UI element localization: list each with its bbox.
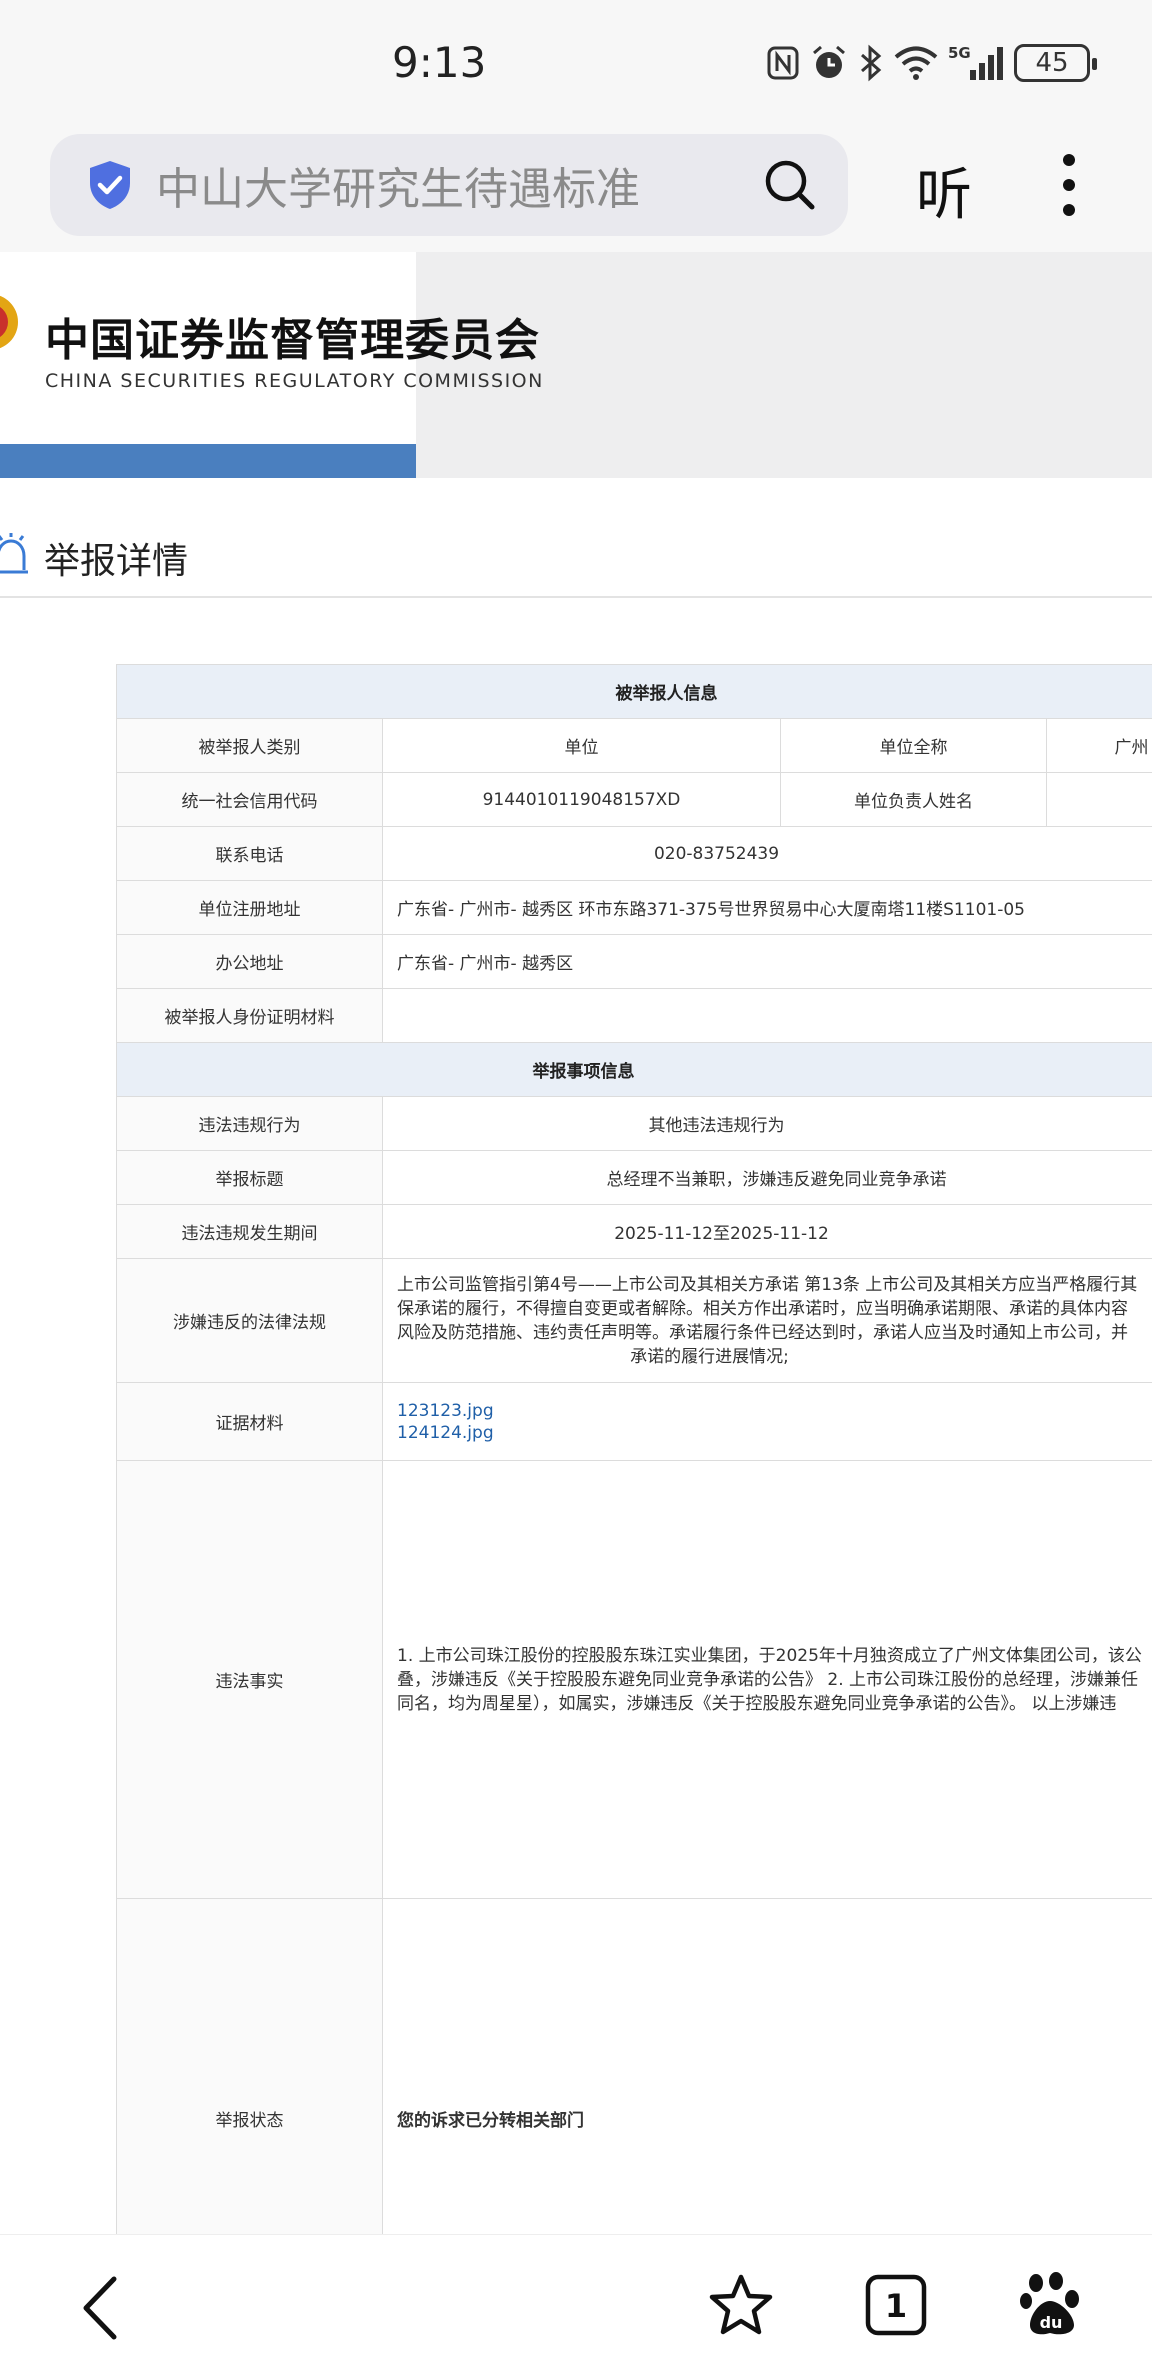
evidence-file-link[interactable]: 124124.jpg	[397, 1422, 1152, 1444]
table-row: 办公地址 广东省- 广州市- 越秀区	[116, 934, 1152, 989]
wifi-icon	[894, 46, 938, 80]
listen-button[interactable]: 听	[916, 150, 972, 231]
fact-line: 同名，均为周星星），如属实，涉嫌违反《关于控股股东避免同业竞争承诺的公告》。 以…	[397, 1693, 1117, 1714]
page: 9:13 5G 45 中山大学研究生待遇标准 听 中国证券监督管理委员会 CHI…	[0, 0, 1152, 2376]
id-material-value	[382, 988, 1152, 1043]
table-row: 举报事项信息	[116, 1042, 1152, 1097]
status-bar: 9:13 5G 45	[0, 0, 1152, 130]
status-icons: 5G 45	[766, 44, 1097, 82]
evidence-files: 123123.jpg 124124.jpg	[382, 1382, 1152, 1461]
evidence-file-link[interactable]: 123123.jpg	[397, 1400, 1152, 1422]
alert-lamp-icon	[0, 533, 28, 574]
search-box[interactable]: 中山大学研究生待遇标准	[50, 134, 848, 236]
cell-label: 联系电话	[116, 826, 383, 881]
cell-label: 举报标题	[116, 1150, 383, 1205]
status-time: 9:13	[392, 38, 487, 87]
fact-line: 1. 上市公司珠江股份的控股股东珠江实业集团，于2025年十月独资成立了广州文体…	[397, 1645, 1142, 1666]
cell-label: 单位注册地址	[116, 880, 383, 935]
cell-label: 单位全称	[780, 718, 1047, 773]
section-title: 举报详情	[44, 541, 189, 582]
emblem-icon	[0, 295, 18, 349]
office-address-value: 广东省- 广州市- 越秀区	[382, 934, 1152, 989]
table-row: 被举报人身份证明材料	[116, 988, 1152, 1043]
table-row: 违法事实 1. 上市公司珠江股份的控股股东珠江实业集团，于2025年十月独资成立…	[116, 1460, 1152, 1899]
table-row: 被举报人类别 单位 单位全称 广州	[116, 718, 1152, 773]
cell-label: 违法违规行为	[116, 1096, 383, 1151]
table-row: 被举报人信息	[116, 664, 1152, 719]
table-row: 举报标题 总经理不当兼职，涉嫌违反避免同业竞争承诺	[116, 1150, 1152, 1205]
law-value: 上市公司监管指引第4号——上市公司及其相关方承诺 第13条 上市公司及其相关方应…	[382, 1258, 1152, 1383]
cell-label: 证据材料	[116, 1382, 383, 1461]
cell-label: 涉嫌违反的法律法规	[116, 1258, 383, 1383]
browser-toolbar: 中山大学研究生待遇标准 听	[0, 130, 1152, 252]
table-row: 证据材料 123123.jpg 124124.jpg	[116, 1382, 1152, 1461]
back-icon[interactable]	[78, 2275, 122, 2341]
alarm-icon	[813, 45, 845, 78]
period-value: 2025-11-12至2025-11-12	[382, 1204, 1152, 1259]
table-row: 违法违规发生期间 2025-11-12至2025-11-12	[116, 1204, 1152, 1259]
cell-value	[1046, 772, 1152, 827]
law-line: 承诺的履行进展情况;	[630, 1346, 789, 1367]
table-row: 统一社会信用代码 9144010119048157XD 单位负责人姓名	[116, 772, 1152, 827]
table-row: 单位注册地址 广东省- 广州市- 越秀区 环市东路371-375号世界贸易中心大…	[116, 880, 1152, 935]
table-row: 联系电话 020-83752439	[116, 826, 1152, 881]
section-heading: 举报详情	[0, 520, 1152, 598]
table-row: 违法违规行为 其他违法违规行为	[116, 1096, 1152, 1151]
signal-icon: 5G	[948, 44, 1003, 80]
battery-icon: 45	[1014, 44, 1097, 82]
report-matter-header: 举报事项信息	[116, 1042, 1152, 1097]
cell-label: 违法事实	[116, 1460, 383, 1899]
law-line: 风险及防范措施、违约责任声明等。承诺履行条件已经达到时，承诺人应当及时通知上市公…	[397, 1322, 1128, 1343]
cell-label: 办公地址	[116, 934, 383, 989]
reg-address-value: 广东省- 广州市- 越秀区 环市东路371-375号世界贸易中心大厦南塔11楼S…	[382, 880, 1152, 935]
site-title-en: CHINA SECURITIES REGULATORY COMMISSION	[45, 370, 544, 392]
battery-level: 45	[1035, 48, 1069, 78]
search-query[interactable]: 中山大学研究生待遇标准	[156, 153, 762, 217]
cell-label: 统一社会信用代码	[116, 772, 383, 827]
nfc-icon	[767, 46, 799, 80]
site-header: 中国证券监督管理委员会 CHINA SECURITIES REGULATORY …	[0, 252, 1152, 478]
shield-icon	[90, 161, 130, 209]
reported-party-header: 被举报人信息	[116, 664, 1152, 719]
facts-value: 1. 上市公司珠江股份的控股股东珠江实业集团，于2025年十月独资成立了广州文体…	[382, 1460, 1152, 1899]
site-logo-area: 中国证券监督管理委员会 CHINA SECURITIES REGULATORY …	[0, 252, 542, 478]
cell-value: 单位	[382, 718, 781, 773]
fact-line: 叠，涉嫌违反《关于控股股东避免同业竞争承诺的公告》 2. 上市公司珠江股份的总经…	[397, 1669, 1139, 1690]
bluetooth-icon	[861, 44, 882, 82]
table-row: 涉嫌违反的法律法规 上市公司监管指引第4号——上市公司及其相关方承诺 第13条 …	[116, 1258, 1152, 1383]
more-menu-icon[interactable]	[1054, 152, 1084, 218]
network-label: 5G	[948, 44, 971, 62]
cell-label: 被举报人类别	[116, 718, 383, 773]
cell-value: 广州	[1046, 718, 1152, 773]
violation-value: 其他违法违规行为	[382, 1096, 1152, 1151]
header-blue-strip	[0, 444, 416, 478]
star-icon[interactable]	[708, 2273, 774, 2337]
law-line: 保承诺的履行，不得擅自变更或者解除。相关方作出承诺时，应当明确承诺期限、承诺的具…	[397, 1298, 1128, 1319]
svg-text:du: du	[1040, 2313, 1063, 2332]
tabs-icon[interactable]: 1	[864, 2273, 928, 2337]
cell-label: 单位负责人姓名	[780, 772, 1047, 827]
cell-label: 被举报人身份证明材料	[116, 988, 383, 1043]
phone-value: 020-83752439	[382, 826, 1152, 881]
site-title-cn: 中国证券监督管理委员会	[45, 315, 540, 366]
law-line: 上市公司监管指引第4号——上市公司及其相关方承诺 第13条 上市公司及其相关方应…	[397, 1274, 1138, 1295]
bottom-nav: 1 du	[0, 2234, 1152, 2376]
tab-count: 1	[885, 2287, 907, 2325]
search-icon[interactable]	[762, 157, 818, 213]
baidu-paw-icon[interactable]: du	[1020, 2271, 1086, 2339]
cell-label: 违法违规发生期间	[116, 1204, 383, 1259]
report-detail-table: 被举报人信息 被举报人类别 单位 单位全称 广州 统一社会信用代码 914401…	[116, 664, 1152, 2339]
cell-value: 9144010119048157XD	[382, 772, 781, 827]
report-title-value: 总经理不当兼职，涉嫌违反避免同业竞争承诺	[382, 1150, 1152, 1205]
